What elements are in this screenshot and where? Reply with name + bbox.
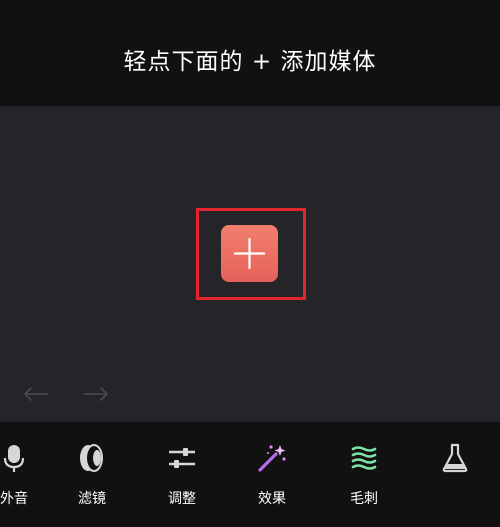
glitch-icon [351,446,377,470]
tool-effects[interactable]: 效果 [242,442,302,512]
flask-icon [442,443,468,473]
tool-lab[interactable] [425,442,485,512]
tool-adjust[interactable]: 调整 [152,442,212,512]
tool-filters-label: 滤镜 [78,491,106,507]
tool-effects-label: 效果 [258,491,286,507]
tool-glitch[interactable]: 毛刺 [334,442,394,512]
redo-arrow-icon [83,387,108,401]
undo-button[interactable] [22,383,52,405]
tool-adjust-label: 调整 [168,491,196,507]
tool-glitch-label: 毛刺 [350,491,378,507]
bottom-toolbar: 外音 滤镜 调整 效果 毛刺 [0,422,500,527]
editor-screen: 轻点下面的 + 添加媒体 外音 滤镜 调整 效果 毛刺 [0,0,500,527]
microphone-icon [3,445,25,472]
add-media-button[interactable] [221,225,278,282]
tool-voiceover[interactable]: 外音 [0,442,44,512]
tool-filters[interactable]: 滤镜 [62,442,122,512]
plus-icon [233,237,266,270]
header-bar: 轻点下面的 + 添加媒体 [0,0,500,106]
redo-button[interactable] [80,383,110,405]
undo-arrow-icon [24,387,49,401]
header-title: 轻点下面的 + 添加媒体 [123,49,377,75]
filter-icon [80,444,103,472]
tool-voiceover-label: 外音 [0,491,28,507]
magic-wand-icon [258,445,286,472]
sliders-icon [169,448,195,468]
